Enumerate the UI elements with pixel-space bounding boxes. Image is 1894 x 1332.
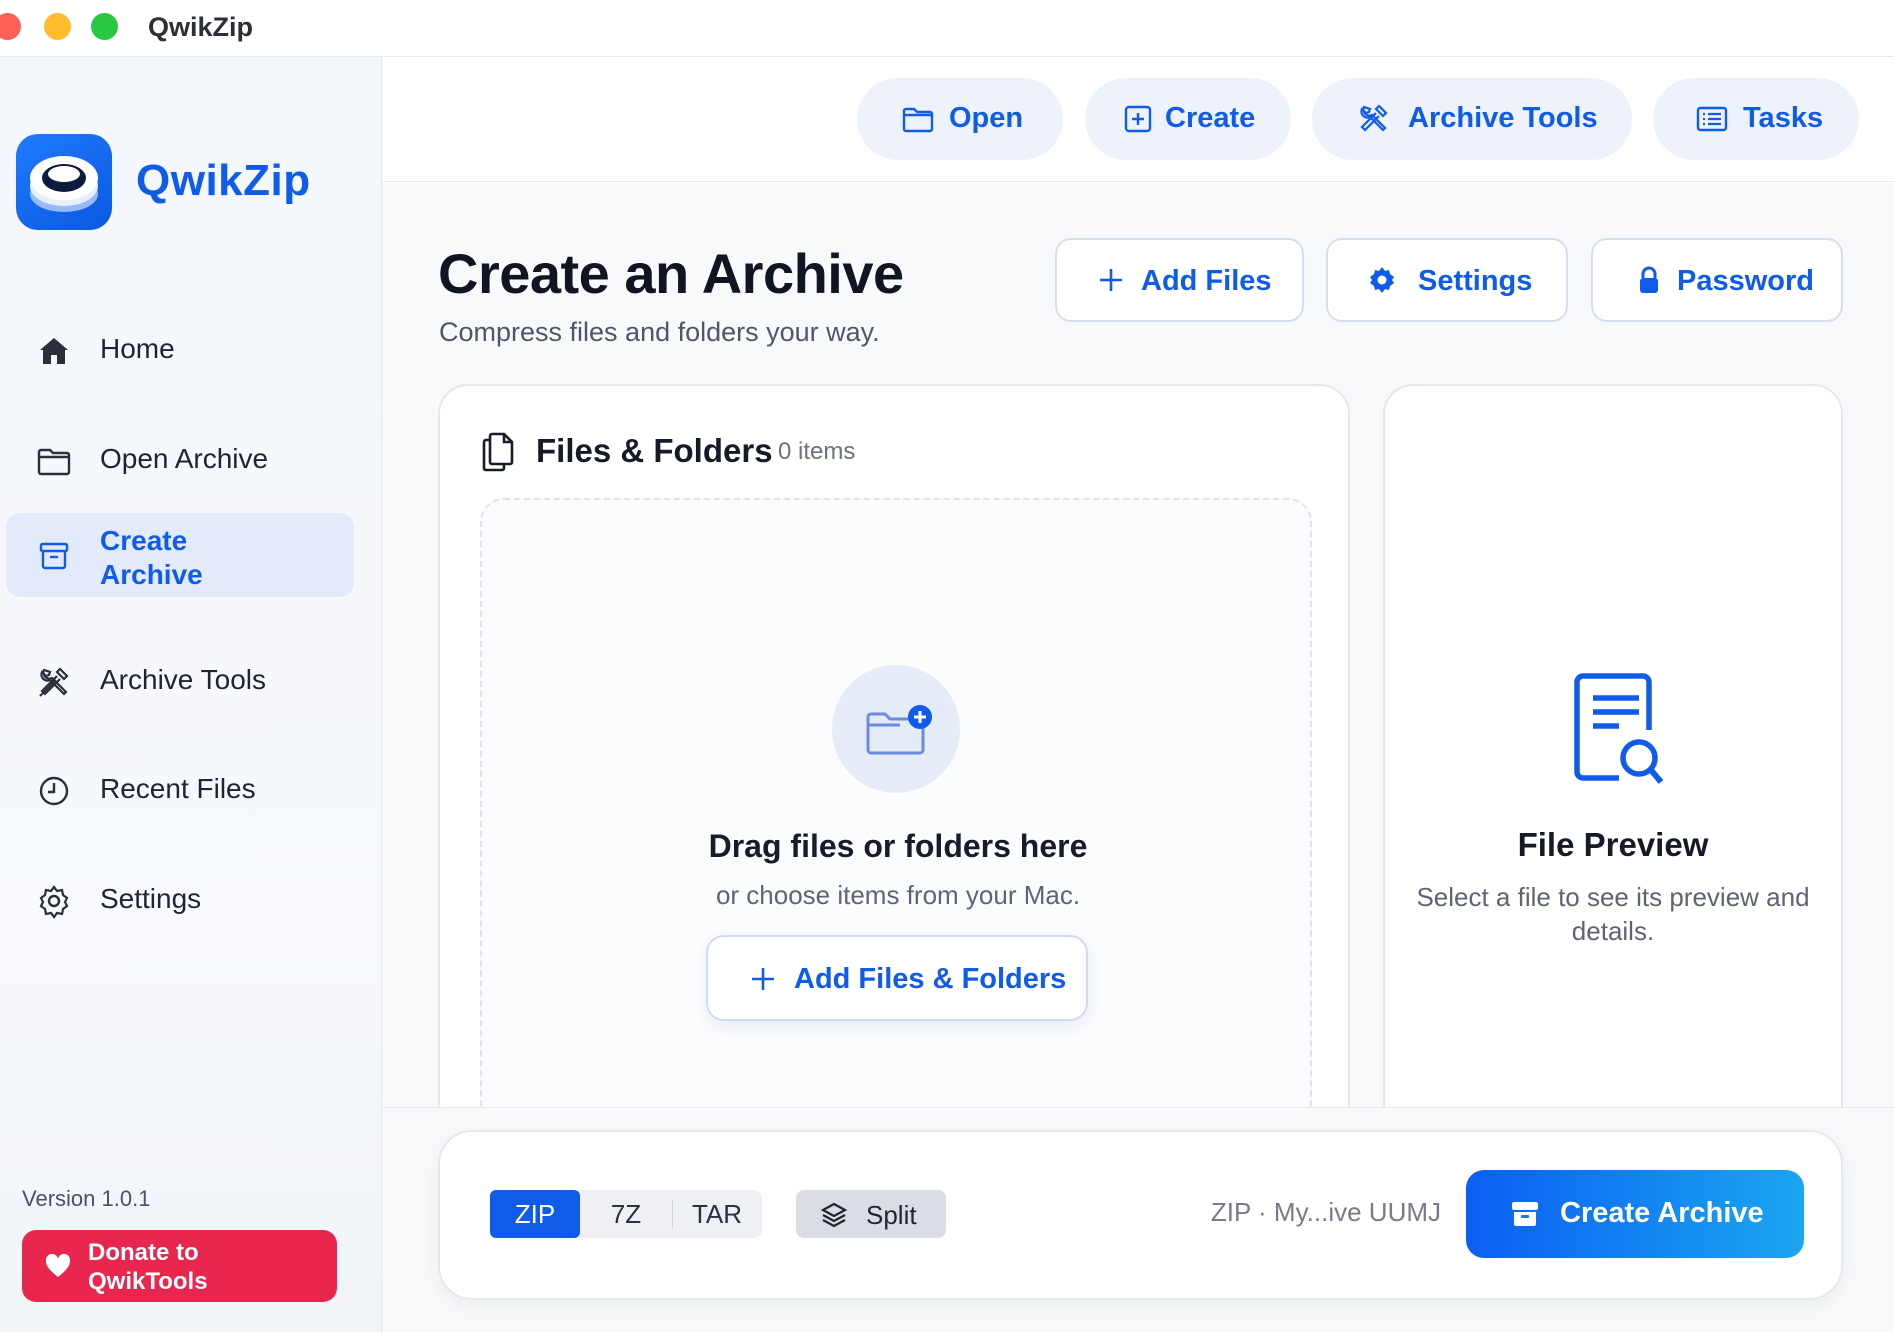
- window-title: QwikZip: [148, 12, 254, 42]
- settings-button[interactable]: Settings: [1326, 238, 1568, 322]
- sidebar-item-open-archive[interactable]: Open Archive: [6, 419, 354, 503]
- tasks-button[interactable]: Tasks: [1653, 78, 1859, 160]
- clock-icon: [39, 776, 69, 806]
- item-count: 0 items: [778, 438, 856, 465]
- add-files-button[interactable]: Add Files: [1055, 238, 1304, 322]
- sidebar-item-label: Recent Files: [100, 773, 256, 804]
- drop-title: Drag files or folders here: [708, 828, 1088, 864]
- version-label: Version 1.0.1: [22, 1186, 151, 1211]
- plus-icon: [1100, 269, 1122, 291]
- bottom-action-bar: ZIP 7Z TAR Split ZIP · My...ive UUMJ Cre…: [438, 1130, 1843, 1300]
- format-segmented-control: ZIP 7Z TAR: [490, 1190, 762, 1238]
- preview-title: File Preview: [1517, 826, 1709, 863]
- gear-icon: [39, 885, 69, 919]
- sidebar-item-label: Home: [100, 333, 175, 364]
- format-tar[interactable]: TAR: [672, 1190, 762, 1238]
- drop-icon-badge: [832, 665, 960, 793]
- archive-box-icon: [39, 542, 69, 570]
- archive-tools-button[interactable]: Archive Tools: [1312, 78, 1632, 160]
- title-bar: QwikZip: [0, 0, 1894, 57]
- main-content: Create an Archive Compress files and fol…: [382, 183, 1894, 1332]
- sidebar-item-label: Settings: [100, 883, 202, 914]
- heart-icon: [45, 1253, 71, 1277]
- settings-label: Settings: [1418, 265, 1533, 297]
- donate-button[interactable]: Donate to QwikTools: [22, 1230, 337, 1302]
- tasks-label: Tasks: [1743, 102, 1824, 134]
- add-files-label: Add Files: [1141, 265, 1272, 297]
- sidebar-item-archive-tools[interactable]: Archive Tools: [6, 640, 354, 724]
- files-folders-panel: Files & Folders 0 items Drag files or fo…: [438, 384, 1350, 1144]
- folder-icon: [37, 448, 71, 476]
- minimize-window-button[interactable]: [44, 13, 71, 40]
- drop-zone[interactable]: Drag files or folders here or choose ite…: [480, 498, 1312, 1138]
- format-zip[interactable]: ZIP: [490, 1190, 580, 1238]
- sidebar-item-create-archive[interactable]: Create Archive: [6, 513, 354, 597]
- sidebar: QwikZip Home Open Archive Create Archive…: [0, 57, 382, 1332]
- password-label: Password: [1677, 265, 1814, 297]
- home-icon: [40, 338, 68, 364]
- password-button[interactable]: Password: [1591, 238, 1843, 322]
- tools-icon: [1360, 104, 1388, 132]
- brand-name: QwikZip: [136, 156, 311, 205]
- create-button[interactable]: Create: [1085, 78, 1291, 160]
- files-panel-title: Files & Folders: [536, 432, 773, 469]
- file-preview-panel: File Preview Select a file to see its pr…: [1383, 384, 1843, 1144]
- page-title: Create an Archive: [438, 242, 904, 305]
- folder-add-icon: [866, 705, 932, 755]
- documents-icon: [482, 432, 514, 472]
- add-files-folders-label: Add Files & Folders: [794, 963, 1067, 995]
- sidebar-item-label: Open Archive: [100, 443, 269, 474]
- format-7z[interactable]: 7Z: [580, 1190, 672, 1238]
- create-archive-label: Create Archive: [1560, 1197, 1764, 1229]
- gear-icon: [1370, 267, 1394, 293]
- open-button[interactable]: Open: [857, 78, 1063, 160]
- sidebar-item-home[interactable]: Home: [6, 309, 354, 393]
- tools-icon: [39, 667, 69, 697]
- page-subtitle: Compress files and folders your way.: [439, 317, 880, 347]
- plus-icon: [752, 968, 774, 990]
- list-icon: [1696, 106, 1728, 132]
- create-label: Create: [1165, 102, 1256, 134]
- drop-subtitle: or choose items from your Mac.: [715, 880, 1081, 910]
- archive-summary: ZIP · My...ive UUMJ: [1210, 1197, 1441, 1227]
- sidebar-item-settings[interactable]: Settings: [6, 859, 354, 943]
- zoom-window-button[interactable]: [91, 13, 118, 40]
- app-logo-icon: [16, 134, 112, 230]
- sidebar-item-recent-files[interactable]: Recent Files: [6, 749, 354, 833]
- lock-icon: [1640, 266, 1658, 293]
- add-files-folders-button[interactable]: Add Files & Folders: [706, 935, 1088, 1021]
- donate-label: Donate to QwikTools: [88, 1239, 208, 1295]
- archive-tools-label: Archive Tools: [1408, 102, 1598, 134]
- create-archive-button[interactable]: Create Archive: [1466, 1170, 1804, 1258]
- top-toolbar: Open Create Archive Tools Tasks: [382, 57, 1894, 182]
- split-button[interactable]: Split: [796, 1190, 946, 1238]
- open-label: Open: [949, 102, 1024, 134]
- sidebar-item-label: Create Archive: [100, 525, 203, 590]
- archive-box-icon: [1512, 1202, 1538, 1226]
- plus-square-icon: [1124, 105, 1152, 133]
- document-search-icon: [1574, 673, 1664, 784]
- folder-icon: [902, 107, 934, 133]
- layers-icon: [820, 1202, 848, 1228]
- split-label: Split: [866, 1200, 917, 1230]
- preview-subtitle: Select a file to see its preview and det…: [1416, 882, 1810, 946]
- sidebar-item-label: Archive Tools: [100, 664, 267, 695]
- close-window-button[interactable]: [0, 13, 21, 40]
